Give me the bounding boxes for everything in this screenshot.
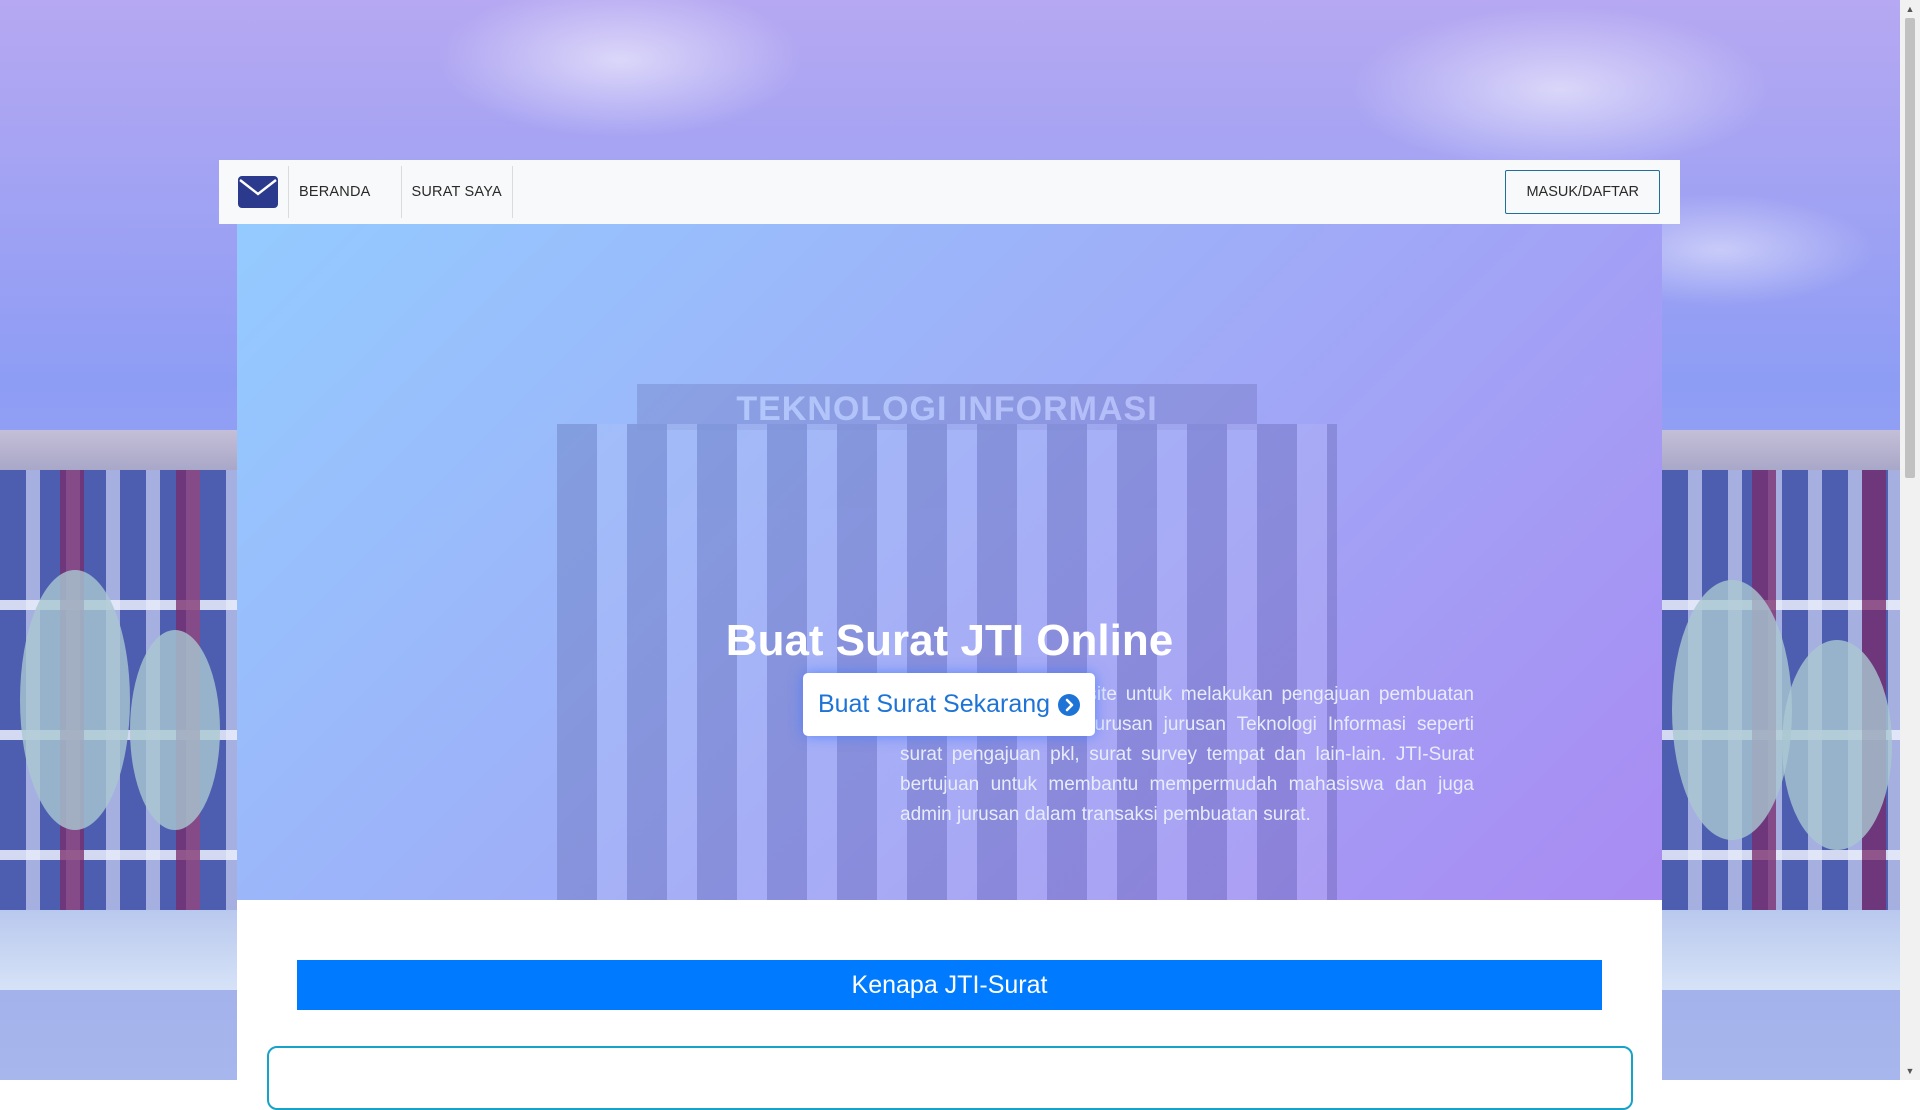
why-heading-banner: Kenapa JTI-Surat (297, 960, 1602, 1010)
scroll-up-arrow-icon[interactable]: ▲ (1900, 0, 1920, 18)
why-heading: Kenapa JTI-Surat (851, 970, 1048, 999)
login-register-button[interactable]: MASUK/DAFTAR (1505, 170, 1660, 214)
feature-card (267, 1046, 1633, 1110)
why-section: Kenapa JTI-Surat (237, 900, 1662, 1110)
campus-building-right-image (1662, 430, 1900, 990)
building-sign: TEKNOLOGI INFORMASI (736, 390, 1158, 428)
cta-label: Buat Surat Sekarang (817, 690, 1051, 718)
scroll-down-arrow-icon[interactable]: ▼ (1900, 1062, 1920, 1080)
nav-links: BERANDA SURAT SAYA (288, 166, 513, 218)
campus-building-left-image (0, 430, 238, 990)
nav-link-surat-saya[interactable]: SURAT SAYA (400, 166, 513, 218)
envelope-icon (238, 176, 278, 208)
hero-section: TEKNOLOGI INFORMASI Buat Surat JTI Onlin… (237, 224, 1662, 900)
chevron-circle-right-icon (1058, 693, 1081, 716)
nav-link-beranda[interactable]: BERANDA (288, 166, 381, 218)
page-scrollbar[interactable]: ▲ ▼ (1900, 0, 1920, 1080)
brand-logo-link[interactable] (237, 175, 279, 209)
create-letter-now-button[interactable]: Buat Surat Sekarang (803, 673, 1095, 736)
top-navbar: BERANDA SURAT SAYA MASUK/DAFTAR (219, 160, 1680, 224)
hero-title: Buat Surat JTI Online (725, 616, 1174, 665)
scrollbar-thumb[interactable] (1905, 18, 1915, 478)
